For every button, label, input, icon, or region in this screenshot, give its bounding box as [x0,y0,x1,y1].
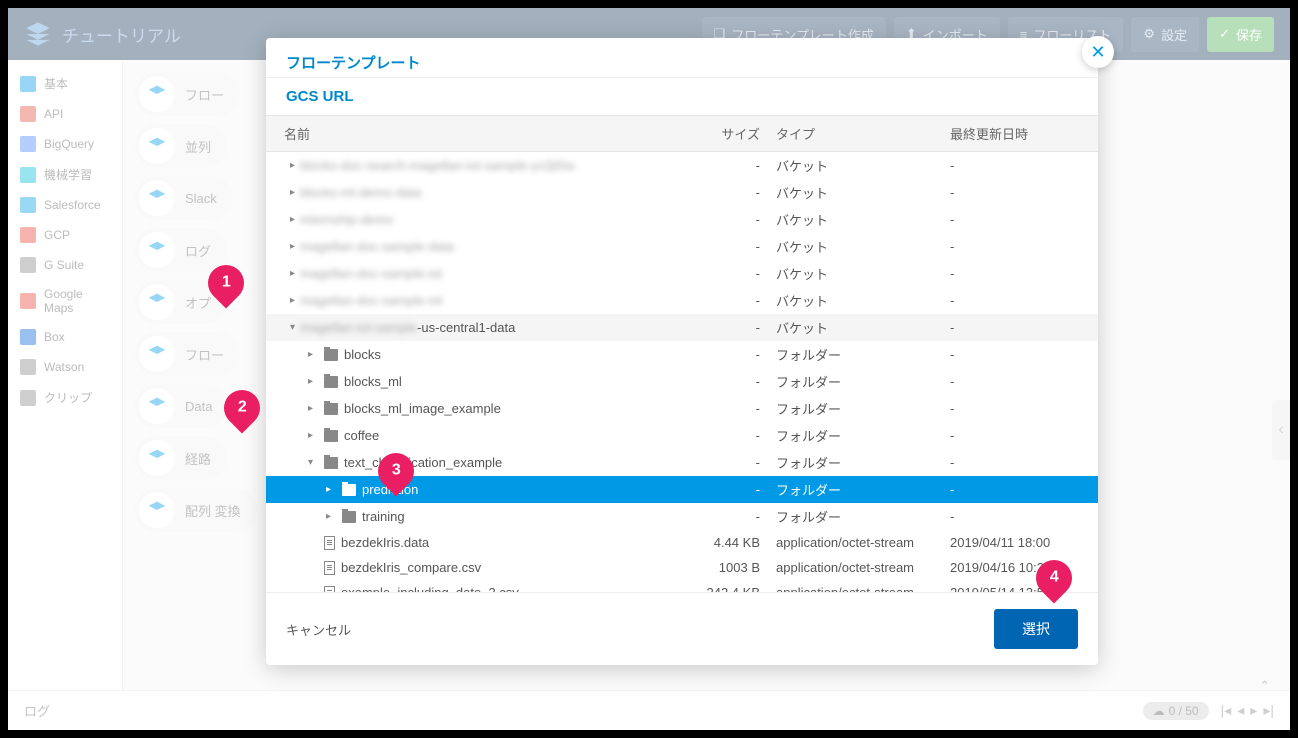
modal-footer: キャンセル 選択 [266,592,1098,665]
tree-row[interactable]: ▸internship-demo-バケット- [266,206,1098,233]
close-icon[interactable]: ✕ [1082,36,1114,68]
tree-row[interactable]: ▸magellan-doc-sample-ml-バケット- [266,287,1098,314]
file-tree: ▸blocks-doc-search-magellan-iot-sample-y… [266,152,1098,592]
gcs-url-modal: ✕ フローテンプレート GCS URL 名前 サイズ タイプ 最終更新日時 ▸b… [266,38,1098,665]
tree-row[interactable]: ▸magellan-doc-sample-data-バケット- [266,233,1098,260]
modal-header: フローテンプレート [266,38,1098,77]
col-type-header: タイプ [760,124,950,143]
tree-row[interactable]: ▾magellan-iot-sample-us-central1-data-バケ… [266,314,1098,341]
tree-row[interactable]: ▸blocks_ml-フォルダー- [266,368,1098,395]
tree-row[interactable]: ▸training-フォルダー- [266,503,1098,530]
col-date-header: 最終更新日時 [950,124,1080,143]
table-header: 名前 サイズ タイプ 最終更新日時 [266,115,1098,152]
col-size-header: サイズ [680,124,760,143]
tree-row[interactable]: bezdekIris.data4.44 KBapplication/octet-… [266,530,1098,555]
tree-row[interactable]: ▸blocks-フォルダー- [266,341,1098,368]
tree-row[interactable]: ▸blocks_ml_image_example-フォルダー- [266,395,1098,422]
marker-4: 4 [1036,560,1072,604]
tree-row[interactable]: ▸blocks-ml-demo-data-バケット- [266,179,1098,206]
marker-2: 2 [224,390,260,434]
col-name-header: 名前 [284,124,680,143]
select-button[interactable]: 選択 [994,609,1078,649]
marker-1: 1 [208,265,244,309]
marker-3: 3 [378,453,414,497]
modal-title: GCS URL [266,77,1098,115]
tree-row[interactable]: ▸coffee-フォルダー- [266,422,1098,449]
tree-row[interactable]: example_including_date_2.csv242.4 KBappl… [266,580,1098,592]
tree-row[interactable]: ▸blocks-doc-search-magellan-iot-sample-y… [266,152,1098,179]
tree-row[interactable]: ▸magellan-doc-sample-iot-バケット- [266,260,1098,287]
tree-row[interactable]: bezdekIris_compare.csv1003 Bapplication/… [266,555,1098,580]
cancel-button[interactable]: キャンセル [286,620,351,639]
